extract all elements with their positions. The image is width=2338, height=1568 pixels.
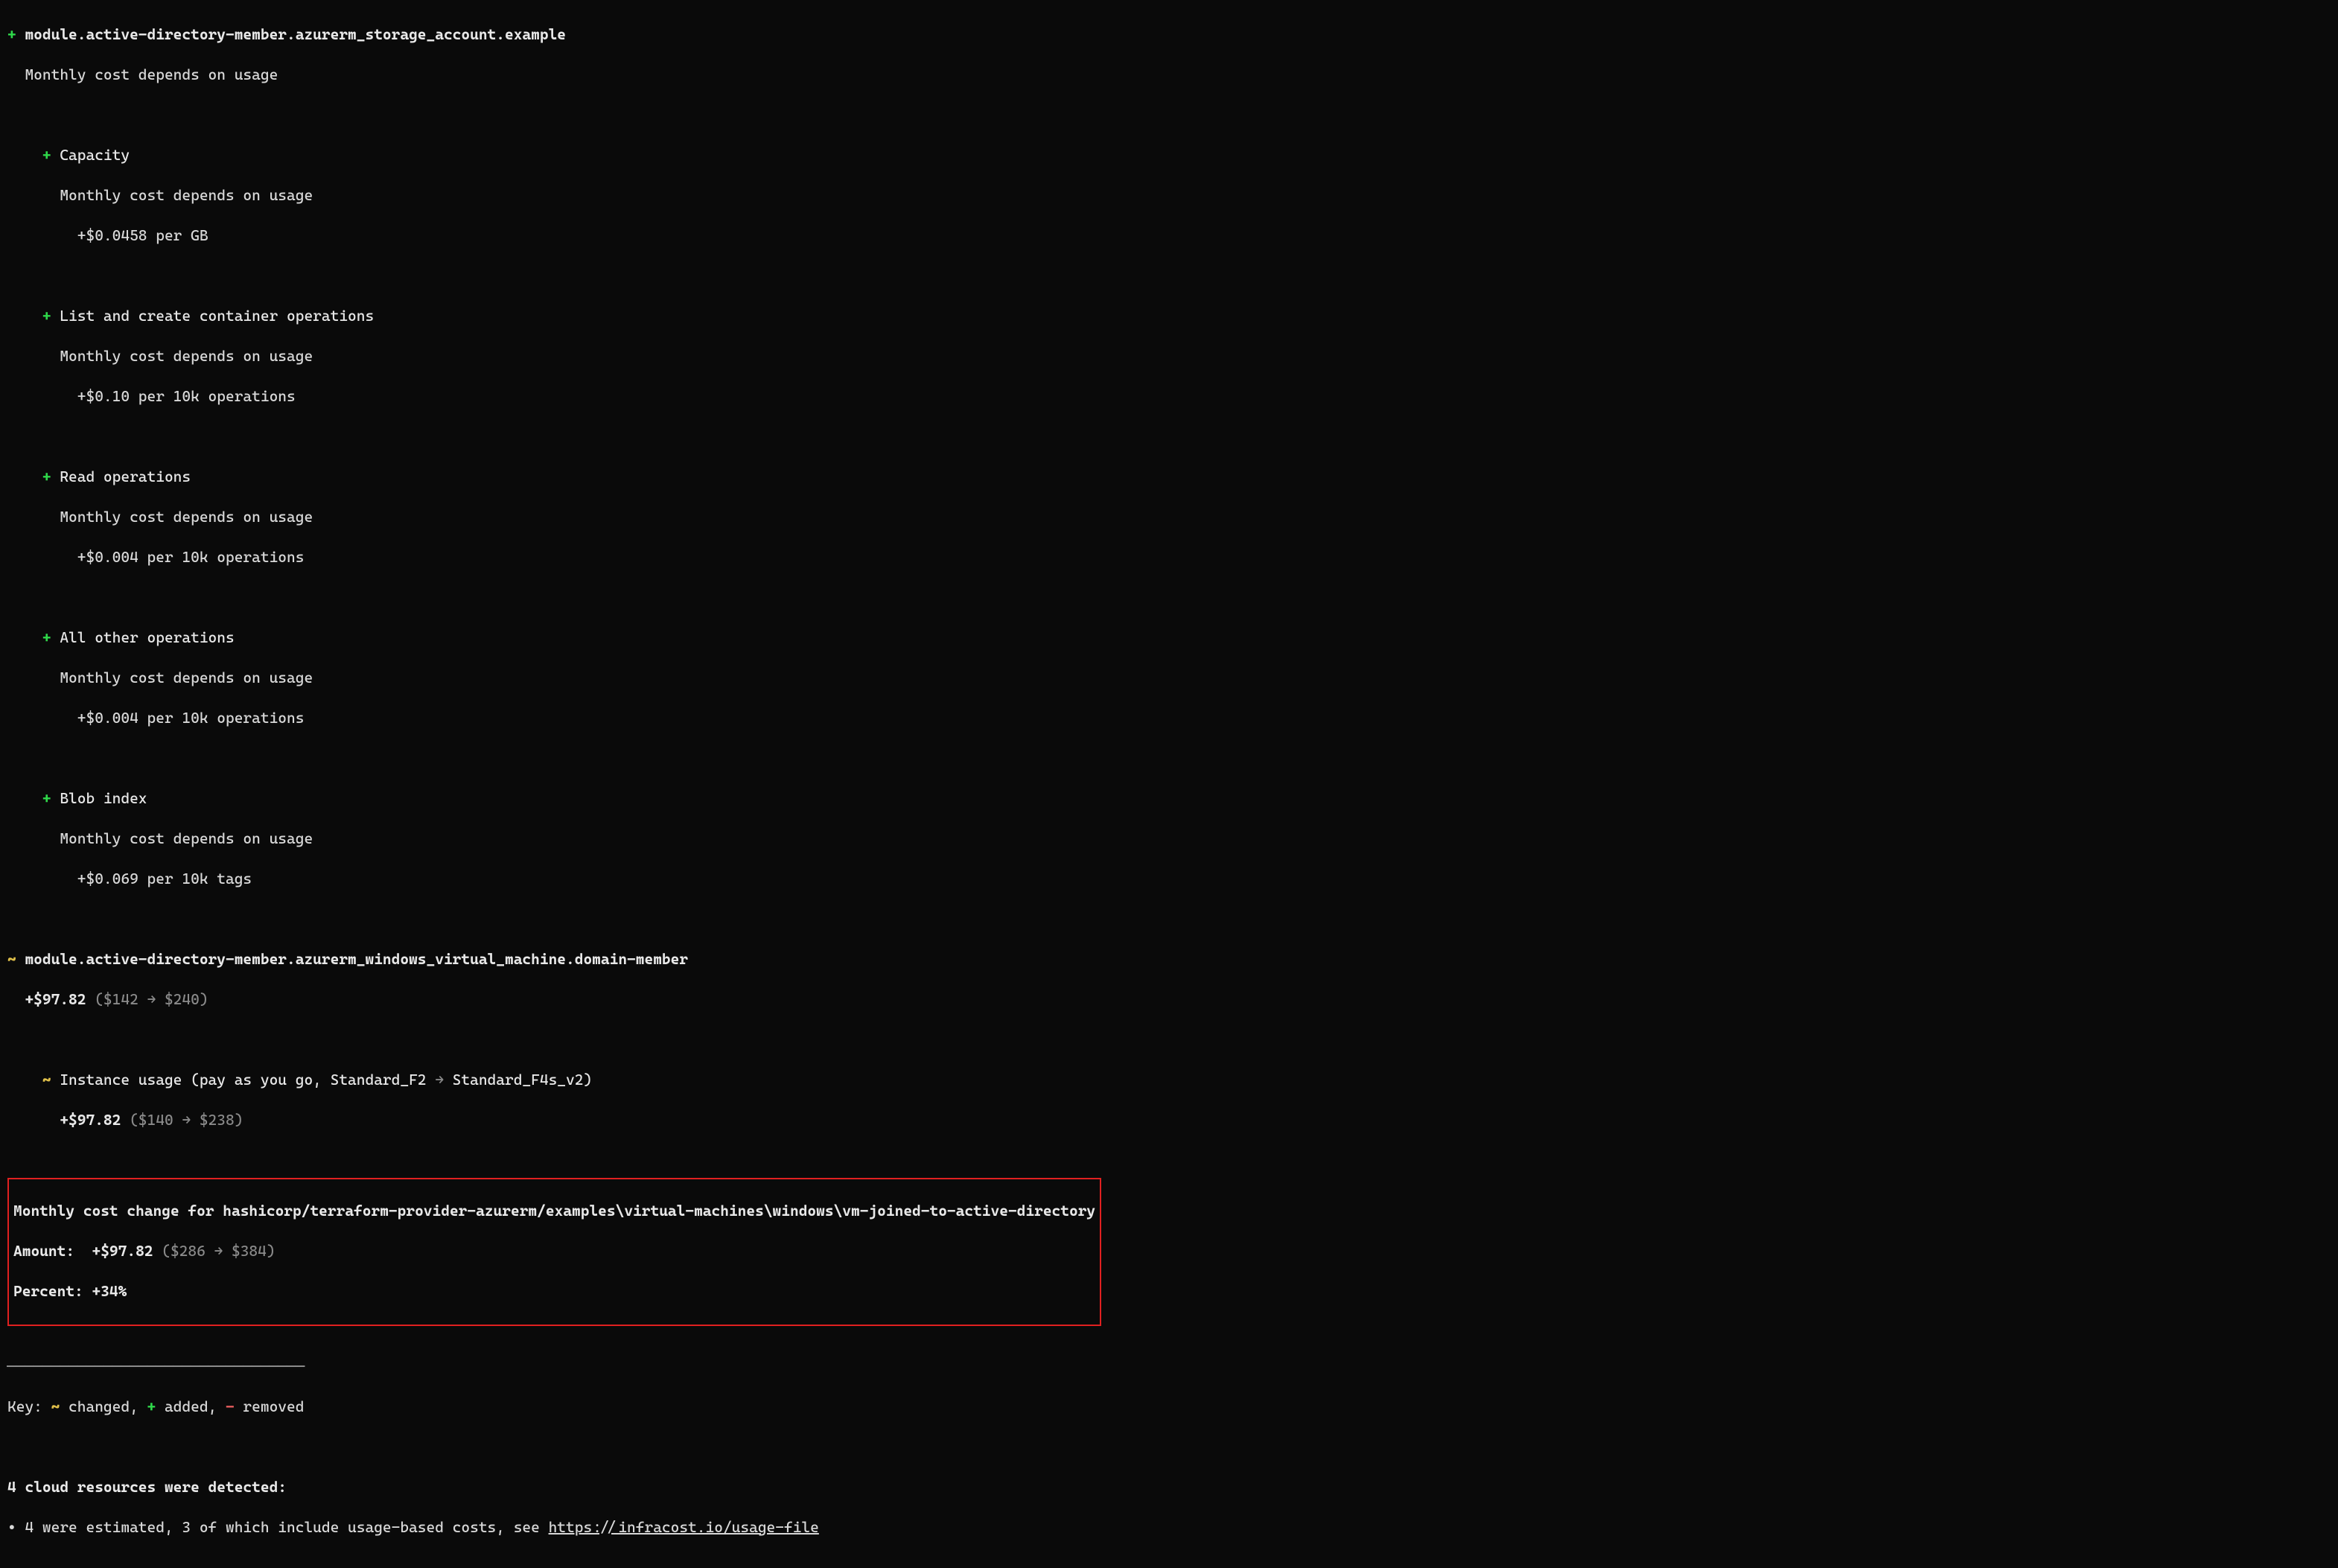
delta-value: +$97.82 bbox=[60, 1111, 121, 1129]
item-depends: Monthly cost depends on usage bbox=[60, 669, 313, 686]
bullet-icon: • bbox=[7, 1518, 16, 1536]
item-price: +$0.004 per 10k operations bbox=[77, 548, 305, 566]
divider: ────────────────────────────────── bbox=[7, 1357, 2331, 1377]
key-removed: removed bbox=[243, 1398, 304, 1415]
arrow-icon: → bbox=[214, 1242, 223, 1260]
plus-icon: + bbox=[42, 789, 51, 807]
item-price: +$0.004 per 10k operations bbox=[77, 709, 305, 727]
plus-icon: + bbox=[7, 25, 16, 43]
resource-title: module.active-directory-member.azurerm_w… bbox=[25, 950, 688, 968]
amount-label: Amount: bbox=[13, 1242, 74, 1260]
from-value: $140 bbox=[138, 1111, 173, 1129]
arrow-icon: → bbox=[435, 1071, 444, 1089]
instance-usage-prefix: Instance usage (pay as you go, Standard_… bbox=[60, 1071, 426, 1089]
to-value: $240 bbox=[165, 990, 200, 1008]
item-depends: Monthly cost depends on usage bbox=[60, 829, 313, 847]
item-name: List and create container operations bbox=[60, 307, 374, 325]
key-changed: changed, bbox=[69, 1398, 138, 1415]
resource-summary: Monthly cost depends on usage bbox=[25, 66, 278, 83]
detected-line: 4 cloud resources were detected: bbox=[7, 1478, 287, 1496]
from-value: $142 bbox=[103, 990, 138, 1008]
arrow-icon: → bbox=[182, 1111, 191, 1129]
item-price: +$0.069 per 10k tags bbox=[77, 870, 252, 887]
item-depends: Monthly cost depends on usage bbox=[60, 186, 313, 204]
arrow-icon: → bbox=[147, 990, 156, 1008]
to-value: $238 bbox=[200, 1111, 235, 1129]
plus-icon: + bbox=[42, 628, 51, 646]
key-added: added, bbox=[165, 1398, 217, 1415]
item-name: Capacity bbox=[60, 146, 130, 164]
amount-to: $384 bbox=[232, 1242, 267, 1260]
item-name: Blob index bbox=[60, 789, 147, 807]
delta-value: +$97.82 bbox=[25, 990, 86, 1008]
tilde-icon: ~ bbox=[42, 1071, 51, 1089]
plus-icon: + bbox=[42, 307, 51, 325]
plus-icon: + bbox=[42, 468, 51, 485]
plus-icon: + bbox=[42, 146, 51, 164]
tilde-icon: ~ bbox=[51, 1398, 60, 1415]
tilde-icon: ~ bbox=[7, 950, 16, 968]
item-name: All other operations bbox=[60, 628, 234, 646]
resource-title: module.active-directory-member.azurerm_s… bbox=[25, 25, 566, 43]
summary-box: Monthly cost change for hashicorp/terraf… bbox=[7, 1178, 1101, 1326]
estimated-prefix: 4 were estimated, 3 of which include usa… bbox=[25, 1518, 548, 1536]
usage-file-link[interactable]: https://infracost.io/usage-file bbox=[549, 1518, 819, 1536]
item-depends: Monthly cost depends on usage bbox=[60, 508, 313, 526]
item-price: +$0.0458 per GB bbox=[77, 226, 208, 244]
plus-icon: + bbox=[147, 1398, 156, 1415]
item-name: Read operations bbox=[60, 468, 191, 485]
percent-value: +34% bbox=[92, 1282, 127, 1300]
instance-usage-new: Standard_F4s_v2) bbox=[453, 1071, 593, 1089]
percent-label: Percent: bbox=[13, 1282, 83, 1300]
key-prefix: Key: bbox=[7, 1398, 42, 1415]
amount-delta: +$97.82 bbox=[92, 1242, 153, 1260]
amount-from: $286 bbox=[171, 1242, 206, 1260]
minus-icon: - bbox=[226, 1398, 235, 1415]
item-price: +$0.10 per 10k operations bbox=[77, 387, 296, 405]
terminal-output: + module.active-directory-member.azurerm… bbox=[0, 0, 2338, 1568]
item-depends: Monthly cost depends on usage bbox=[60, 347, 313, 365]
summary-title: Monthly cost change for hashicorp/terraf… bbox=[13, 1202, 1095, 1220]
